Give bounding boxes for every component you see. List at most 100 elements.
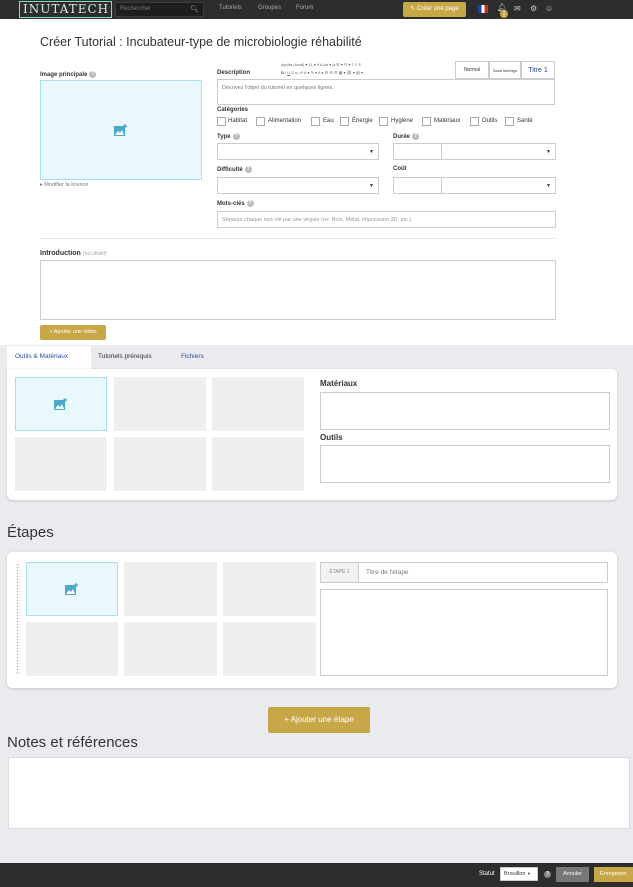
help-icon[interactable]: ?	[89, 71, 97, 78]
cancel-button[interactable]: Annuler	[556, 867, 589, 882]
image-slot[interactable]	[26, 622, 118, 676]
help-icon[interactable]: ?	[244, 166, 252, 173]
checkbox-energie[interactable]	[340, 117, 349, 126]
step-title-placeholder: Titre de l'étape	[366, 569, 409, 576]
font-select[interactable]: Ayuda (local)	[281, 62, 304, 67]
category-outils: Outils	[482, 118, 498, 124]
statut-value: Brouillon	[504, 871, 526, 877]
image-slot[interactable]	[223, 622, 316, 676]
image-slot[interactable]	[15, 437, 107, 491]
tab-outils-materiaux[interactable]: Outils & Matériaux	[15, 353, 68, 360]
step-number-addon: ÉTAPE 1	[321, 563, 359, 582]
image-slot[interactable]	[114, 377, 206, 431]
help-icon[interactable]: ?	[246, 200, 254, 207]
nav-forum[interactable]: Forum	[296, 5, 313, 11]
caret-down-icon: ▼	[546, 182, 551, 189]
nav-groupes[interactable]: Groupes	[258, 5, 281, 11]
duree-unit-select[interactable]: ▼	[441, 143, 556, 160]
difficulte-select[interactable]: ▼	[217, 177, 379, 194]
motscles-label: Mots-clés?	[217, 200, 254, 208]
help-icon[interactable]: ?	[412, 133, 420, 140]
caret-down-icon: ▼	[546, 148, 551, 155]
notes-editor[interactable]	[8, 757, 630, 829]
motscles-placeholder: Séparez chaque mot-clé par une virgule (…	[222, 216, 412, 223]
image-slot[interactable]	[212, 437, 304, 491]
materiaux-editor[interactable]	[320, 392, 610, 430]
step-content-editor[interactable]	[320, 589, 608, 676]
site-logo[interactable]: INUTATECH	[19, 1, 112, 18]
tab-tutoriels-prerequis[interactable]: Tutoriels prérequis	[98, 353, 152, 360]
style-no-spacing[interactable]: Sans interlign	[489, 61, 521, 79]
category-sante: Santé	[517, 118, 533, 124]
help-icon[interactable]: ?	[544, 871, 551, 878]
style-heading-1[interactable]: Titre 1	[521, 61, 555, 79]
gear-icon[interactable]: ⚙	[530, 4, 537, 13]
outils-editor[interactable]	[320, 445, 610, 483]
editor-toolbar[interactable]: Ayuda (local) ▾ 11 ▾ A A Aa ▾ A̷ ☰ ▾ ☷ ▾…	[281, 61, 453, 79]
materiaux-label: Matériaux	[320, 379, 358, 388]
main-image-dropzone[interactable]	[40, 80, 202, 180]
pencil-icon: ✎	[410, 6, 417, 12]
description-editor[interactable]: Décrivez l'objet du tutoriel en quelques…	[217, 79, 555, 105]
category-eau: Eau	[323, 118, 334, 124]
checkbox-outils[interactable]	[470, 117, 479, 126]
duree-input[interactable]	[393, 143, 442, 160]
description-placeholder: Décrivez l'objet du tutoriel en quelques…	[222, 85, 334, 91]
checkbox-eau[interactable]	[311, 117, 320, 126]
footer-bar	[0, 863, 633, 887]
checkbox-materiaux[interactable]	[422, 117, 431, 126]
add-video-button[interactable]: + Ajouter une vidéo	[40, 325, 106, 340]
caret-down-icon: ▼	[369, 148, 374, 155]
checkbox-sante[interactable]	[505, 117, 514, 126]
tab-fichiers[interactable]: Fichiers	[181, 353, 204, 360]
size-select[interactable]: 11	[309, 62, 313, 67]
cout-currency-select[interactable]: ▼	[441, 177, 556, 194]
notes-title: Notes et références	[7, 734, 138, 751]
step-image-dropzone[interactable]	[26, 562, 118, 616]
cout-label: Coût	[393, 166, 407, 172]
divider	[40, 238, 556, 239]
caret-down-icon: ▼	[526, 871, 531, 876]
add-step-button[interactable]: + Ajouter une étape	[268, 707, 370, 733]
difficulte-label: Difficulté?	[217, 166, 252, 174]
create-page-button[interactable]: ✎ Créer une page	[403, 2, 466, 17]
style-normal[interactable]: Normal	[455, 61, 489, 79]
drag-handle[interactable]	[16, 563, 20, 675]
category-hygiene: Hygiène	[391, 118, 414, 124]
image-slot[interactable]	[124, 562, 217, 616]
notification-badge: 1	[500, 10, 508, 18]
type-label: Type?	[217, 133, 240, 141]
image-slot[interactable]	[212, 377, 304, 431]
outils-label: Outils	[320, 433, 343, 442]
motscles-input[interactable]: Séparez chaque mot-clé par une virgule (…	[217, 211, 556, 228]
statut-label: Statut	[479, 871, 495, 877]
french-flag-icon[interactable]	[478, 5, 488, 13]
category-alimentation: Alimentation	[268, 118, 302, 124]
save-button[interactable]: Enregistrer	[594, 867, 633, 882]
caret-down-icon: ▼	[369, 182, 374, 189]
checkbox-habitat[interactable]	[217, 117, 226, 126]
checkbox-hygiene[interactable]	[379, 117, 388, 126]
checkbox-alimentation[interactable]	[256, 117, 265, 126]
modify-license-link[interactable]: ▸ Modifier la licence	[40, 182, 88, 188]
duree-label: Durée?	[393, 133, 420, 141]
user-icon[interactable]: ☺	[545, 4, 553, 13]
introduction-editor[interactable]	[40, 260, 556, 320]
cout-input[interactable]	[393, 177, 442, 194]
mail-icon[interactable]: ✉	[514, 4, 521, 13]
main-image-label: Image principale?	[40, 71, 97, 79]
tools-image-dropzone[interactable]	[15, 377, 107, 431]
search-input[interactable]: Rechercher 🔍︎	[115, 2, 204, 17]
image-slot[interactable]	[114, 437, 206, 491]
type-select[interactable]: ▼	[217, 143, 379, 160]
optional-hint: (facultatif)	[82, 251, 107, 257]
search-placeholder: Rechercher	[120, 6, 152, 12]
search-icon[interactable]: 🔍︎	[190, 3, 199, 16]
nav-tutoriels[interactable]: Tutoriels	[219, 5, 242, 11]
statut-select[interactable]: Brouillon ▼	[500, 867, 538, 881]
create-page-label: Créer une page	[417, 6, 459, 12]
step-title-input[interactable]: ÉTAPE 1 Titre de l'étape	[320, 562, 608, 583]
image-slot[interactable]	[124, 622, 217, 676]
help-icon[interactable]: ?	[232, 133, 240, 140]
image-slot[interactable]	[223, 562, 316, 616]
